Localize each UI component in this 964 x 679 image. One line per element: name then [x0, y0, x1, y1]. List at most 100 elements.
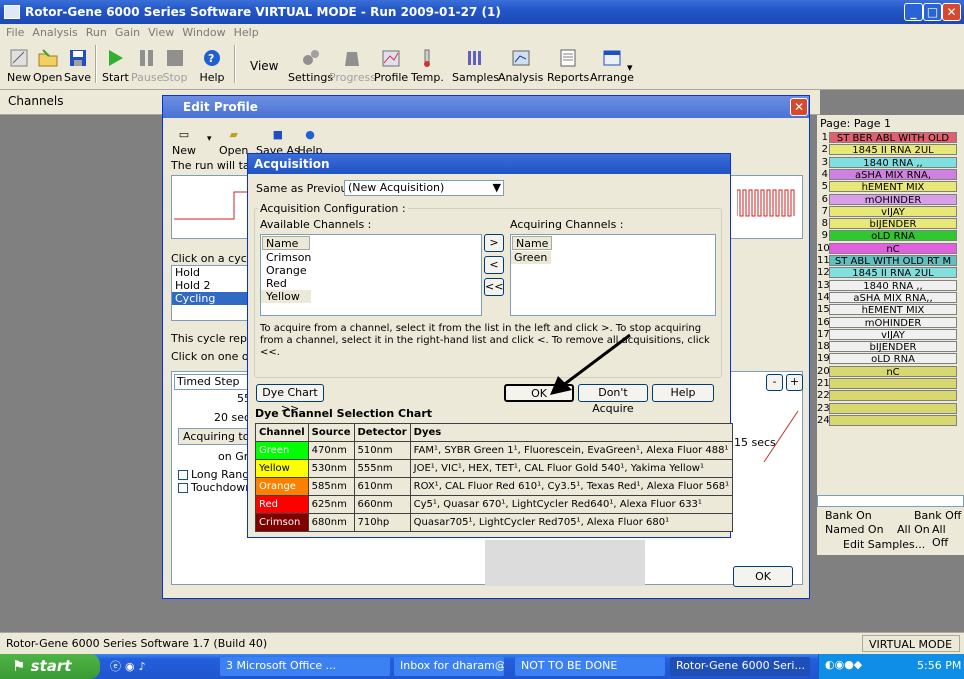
close-button[interactable]: ✕ [942, 3, 961, 21]
quick-launch[interactable]: ⓔ◉♪ [110, 658, 150, 674]
sample-number: 12 [817, 267, 830, 279]
edit-profile-ok-button[interactable]: OK [733, 566, 793, 587]
ie-icon[interactable]: ⓔ [110, 660, 125, 673]
sample-item[interactable] [829, 378, 957, 389]
acquisition-help-button[interactable]: Help [652, 384, 714, 402]
channel-crimson[interactable]: Crimson [261, 251, 481, 264]
touchdown-checkbox[interactable]: Touchdown [178, 481, 252, 494]
sample-item[interactable]: aSHA MIX RNA, [829, 168, 957, 181]
all-off-button[interactable]: All Off [932, 523, 964, 549]
long-range-checkbox[interactable]: Long Range [178, 468, 256, 481]
minimize-button[interactable]: _ [904, 3, 923, 21]
ep-new-button[interactable]: ▭ New [171, 126, 197, 158]
sample-item[interactable]: 1840 RNA ,, [829, 156, 957, 169]
remove-all-channels-button[interactable]: << [484, 278, 504, 296]
sample-item[interactable]: mOHINDER [829, 316, 957, 329]
sample-item[interactable]: bIJENDER [829, 341, 957, 353]
sample-item[interactable] [829, 390, 957, 402]
menu-window[interactable]: Window [182, 26, 225, 39]
firefox-icon[interactable]: ◉ [125, 660, 139, 673]
timed-step-select[interactable]: Timed Step [174, 374, 254, 390]
sample-item[interactable]: aSHA MIX RNA,, [829, 291, 957, 304]
temp-button[interactable]: Temp. [411, 47, 444, 84]
sample-item[interactable]: bIJENDER [829, 218, 957, 230]
start-button[interactable]: ⚑ start [0, 654, 100, 679]
cycle-list[interactable]: Hold Hold 2 Cycling [171, 265, 251, 321]
start-button[interactable]: Start [102, 47, 129, 84]
acquiring-channels-list[interactable]: Name Green [510, 234, 716, 316]
sample-item[interactable]: nC [829, 365, 957, 378]
taskbar-item-inbox[interactable]: Inbox for dharam@d... [394, 657, 504, 676]
profile-button[interactable]: Profile [374, 47, 408, 84]
sample-item[interactable]: hEMENT MIX [829, 181, 957, 193]
acquiring-button[interactable]: Acquiring to [178, 428, 258, 445]
analysis-button[interactable]: Analysis [498, 47, 543, 84]
stop-button[interactable]: Stop [162, 47, 188, 84]
named-on-button[interactable]: Named On [825, 523, 884, 536]
sample-item[interactable]: vIJAY [829, 328, 957, 341]
save-button[interactable]: Save [64, 47, 91, 84]
ep-open-button[interactable]: ▰ Open [219, 126, 248, 158]
sample-scrollbar[interactable] [817, 495, 964, 507]
settings-button[interactable]: Settings [288, 47, 333, 84]
channel-red[interactable]: Red [261, 277, 481, 290]
reports-button[interactable]: Reports [547, 47, 589, 84]
channel-orange[interactable]: Orange [261, 264, 481, 277]
menu-help[interactable]: Help [234, 26, 259, 39]
available-name-header[interactable]: Name [262, 236, 310, 250]
ep-new-dropdown-icon[interactable]: ▾ [207, 134, 212, 144]
menu-view[interactable]: View [148, 26, 174, 39]
sample-item[interactable]: 1845 II RNA 2UL [829, 144, 957, 156]
sample-item[interactable] [829, 402, 957, 414]
maximize-button[interactable]: □ [923, 3, 942, 21]
arrange-dropdown-icon[interactable]: ▾ [627, 61, 633, 74]
samples-button[interactable]: Samples [452, 47, 499, 84]
help-button[interactable]: ? Help [199, 47, 225, 84]
menu-gain[interactable]: Gain [115, 26, 140, 39]
sample-item[interactable]: nC [829, 242, 957, 255]
edit-profile-close-button[interactable]: ✕ [790, 98, 808, 116]
new-button[interactable]: New [6, 47, 32, 84]
available-channels-list[interactable]: Name Crimson Orange Red Yellow [260, 234, 482, 316]
step-remove-button[interactable]: - [766, 374, 783, 391]
pause-button[interactable]: Pause [131, 47, 163, 84]
same-as-previous-select[interactable]: (New Acquisition) ▼ [344, 180, 504, 196]
sample-item[interactable]: 1845 II RNA 2UL [829, 267, 957, 279]
menu-run[interactable]: Run [86, 26, 107, 39]
dye-list-cell: FAM¹, SYBR Green 1¹, Fluorescein, EvaGre… [409, 441, 734, 460]
dye-chart-button[interactable]: Dye Chart >> [256, 384, 324, 415]
taskbar-item-folder[interactable]: NOT TO BE DONE [515, 657, 665, 676]
remove-channel-button[interactable]: < [484, 256, 504, 274]
acquiring-name-header[interactable]: Name [512, 236, 552, 250]
sample-item[interactable]: vIJAY [829, 205, 957, 218]
taskbar-item-rotorgene[interactable]: Rotor-Gene 6000 Seri... [670, 657, 810, 676]
cycle-item-hold-2[interactable]: Hold 2 [172, 279, 250, 292]
sample-item[interactable]: oLD RNA [829, 230, 957, 242]
all-on-button[interactable]: All On [897, 523, 930, 536]
cycle-item-hold[interactable]: Hold [172, 266, 250, 279]
media-icon[interactable]: ♪ [139, 660, 150, 673]
tray-icons[interactable]: ◐◉●◆ [825, 658, 862, 671]
menu-file[interactable]: File [6, 26, 24, 39]
sample-item[interactable]: 1840 RNA ,, [829, 279, 957, 292]
bank-on-button[interactable]: Bank On [825, 509, 872, 522]
cycle-item-cycling[interactable]: Cycling [172, 292, 250, 305]
menu-analysis[interactable]: Analysis [32, 26, 77, 39]
add-channel-button[interactable]: > [484, 234, 504, 252]
sample-item[interactable] [829, 414, 957, 426]
sample-item[interactable]: mOHINDER [829, 193, 957, 206]
progress-button[interactable]: Progress [329, 47, 376, 84]
channel-green[interactable]: Green [511, 251, 551, 264]
sample-item[interactable]: ST ABL WITH OLD RT M [829, 255, 957, 267]
open-button[interactable]: Open [33, 47, 62, 84]
sample-item[interactable]: ST BER ABL WITH OLD [829, 132, 957, 144]
sample-item[interactable]: oLD RNA [829, 353, 957, 365]
bank-off-button[interactable]: Bank Off [914, 509, 961, 522]
step-duration: 20 sec [214, 411, 251, 424]
channel-yellow[interactable]: Yellow [261, 290, 311, 303]
step-add-button[interactable]: + [786, 374, 803, 391]
sample-item[interactable]: hEMENT MIX [829, 304, 957, 316]
reports-icon [555, 47, 581, 69]
taskbar-item-office[interactable]: 3 Microsoft Office ... [220, 657, 390, 676]
edit-samples-button[interactable]: Edit Samples... [843, 538, 925, 551]
